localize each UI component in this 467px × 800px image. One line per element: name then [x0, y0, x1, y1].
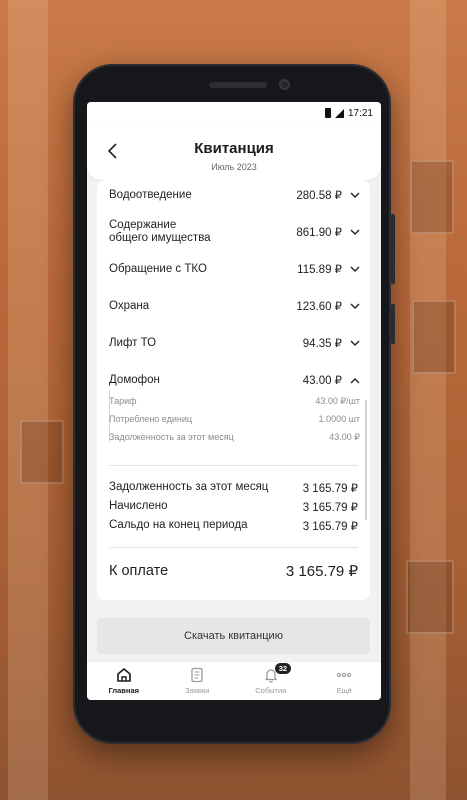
volume-button — [391, 214, 395, 284]
status-bar: 17:21 — [87, 102, 381, 124]
document-icon — [191, 667, 203, 683]
chevron-down-icon — [350, 227, 360, 237]
summary-label: Сальдо на конец периода — [109, 519, 248, 531]
service-amount: 43.00 ₽ — [302, 375, 342, 387]
page-subtitle: Июль 2023 — [211, 162, 257, 172]
service-amount: 280.58 ₽ — [296, 190, 342, 202]
chevron-down-icon — [350, 338, 360, 348]
service-label: Лифт ТО — [109, 336, 157, 349]
detail-label: Потреблено единиц — [109, 414, 193, 424]
notification-badge: 32 — [274, 663, 292, 674]
divider — [109, 547, 358, 548]
tab-label: Заявки — [185, 686, 210, 695]
scrollbar[interactable] — [365, 400, 367, 520]
detail-row: Потреблено единиц 1.0000 шт — [109, 414, 360, 424]
service-row-expanded[interactable]: Домофон 43.00 ₽ — [109, 373, 360, 387]
detail-row: Задолженность за этот месяц 43.00 ₽ — [109, 432, 360, 443]
chevron-up-icon — [350, 375, 360, 385]
total-label: К оплате — [109, 563, 169, 579]
tab-events[interactable]: 32 События — [234, 662, 308, 700]
service-row[interactable]: Охрана 123.60 ₽ — [109, 299, 360, 313]
detail-value: 1.0000 шт — [318, 414, 360, 424]
total-value: 3 165.79 ₽ — [285, 563, 358, 580]
summary-row: Задолженность за этот месяц 3 165.79 ₽ — [109, 481, 358, 495]
speaker — [209, 82, 267, 88]
summary-row: Сальдо на конец периода 3 165.79 ₽ — [109, 519, 358, 533]
summary-label: Начислено — [109, 500, 168, 512]
detail-value: 43.00 ₽ — [329, 432, 360, 442]
more-icon — [337, 672, 352, 678]
tab-home[interactable]: Главная — [87, 662, 161, 700]
app-screen: 17:21 Квитанция Июль 2023 Водоотведение … — [87, 102, 381, 700]
summary-label: Задолженность за этот месяц — [109, 481, 269, 493]
service-amount: 861.90 ₽ — [296, 227, 342, 239]
download-receipt-button[interactable]: Скачать квитанцию — [97, 618, 370, 654]
front-camera — [279, 79, 290, 90]
page-header: Квитанция Июль 2023 — [87, 124, 381, 180]
tab-label: Ещё — [336, 686, 352, 695]
service-row[interactable]: Обращение с ТКО 115.89 ₽ — [109, 262, 360, 276]
tab-more[interactable]: Ещё — [308, 662, 382, 700]
phone-frame: 17:21 Квитанция Июль 2023 Водоотведение … — [73, 64, 395, 744]
chevron-down-icon — [350, 190, 360, 200]
receipt-card: Водоотведение 280.58 ₽ Содержание общего… — [97, 180, 370, 600]
chevron-down-icon — [350, 264, 360, 274]
service-label: Охрана — [109, 299, 150, 312]
summary-value: 3 165.79 ₽ — [302, 502, 358, 514]
bottom-tab-bar: Главная Заявки 32 События Ещё — [87, 661, 381, 700]
detail-label: Тариф — [109, 396, 137, 406]
detail-row: Тариф 43.00 ₽/шт — [109, 396, 360, 407]
summary-value: 3 165.79 ₽ — [302, 483, 358, 495]
total-row: К оплате 3 165.79 ₽ — [109, 562, 358, 580]
service-label: Обращение с ТКО — [109, 262, 207, 275]
signal-icon — [334, 108, 344, 118]
chevron-down-icon — [350, 301, 360, 311]
tab-label: Главная — [108, 686, 139, 695]
service-row[interactable]: Лифт ТО 94.35 ₽ — [109, 336, 360, 350]
service-row[interactable]: Содержание общего имущества 861.90 ₽ — [109, 219, 360, 245]
detail-value: 43.00 ₽/шт — [315, 396, 360, 406]
power-button — [391, 304, 395, 344]
service-row[interactable]: Водоотведение 280.58 ₽ — [109, 188, 360, 202]
divider — [109, 465, 358, 466]
detail-label: Задолженность за этот месяц — [109, 432, 234, 442]
battery-icon — [324, 108, 331, 118]
service-amount: 115.89 ₽ — [297, 264, 342, 276]
service-amount: 123.60 ₽ — [296, 301, 342, 313]
service-amount: 94.35 ₽ — [302, 338, 342, 350]
service-label: Содержание общего имущества — [109, 219, 211, 244]
page-title: Квитанция — [194, 140, 274, 157]
tab-label: События — [255, 686, 287, 695]
status-time: 17:21 — [347, 107, 373, 119]
summary-row: Начислено 3 165.79 ₽ — [109, 500, 358, 514]
summary-value: 3 165.79 ₽ — [302, 521, 358, 533]
service-label: Домофон — [109, 373, 160, 386]
tab-requests[interactable]: Заявки — [161, 662, 235, 700]
service-label: Водоотведение — [109, 188, 192, 201]
home-icon — [116, 668, 131, 682]
